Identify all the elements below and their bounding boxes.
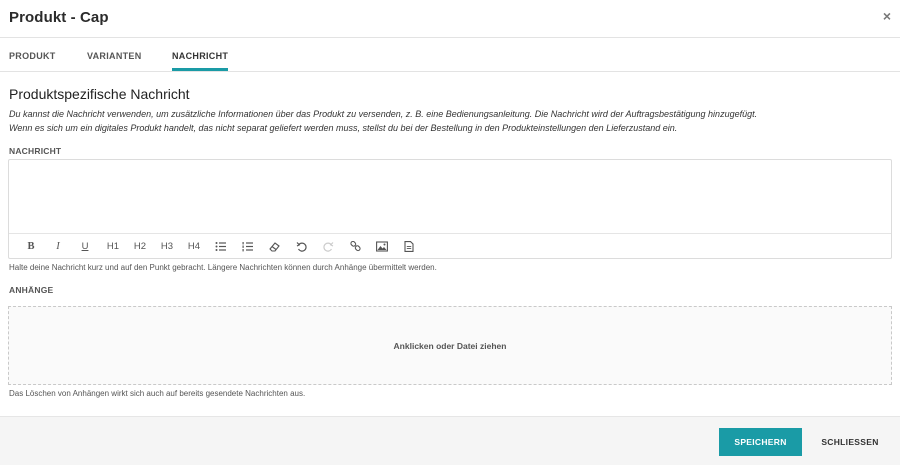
close-icon[interactable]: × — [883, 8, 891, 24]
tab-varianten[interactable]: VARIANTEN — [87, 51, 142, 61]
message-hint: Halte deine Nachricht kurz und auf den P… — [9, 263, 437, 272]
section-description: Du kannst die Nachricht verwenden, um zu… — [9, 107, 889, 135]
message-editor: B I U H1 H2 H3 H4 — [8, 159, 892, 259]
close-button[interactable]: SCHLIESSEN — [812, 428, 888, 456]
attachments-label: ANHÄNGE — [9, 285, 54, 295]
underline-button[interactable]: U — [77, 240, 93, 254]
description-line-1: Du kannst die Nachricht verwenden, um zu… — [9, 109, 758, 119]
description-line-2: Wenn es sich um ein digitales Produkt ha… — [9, 123, 678, 133]
tab-nachricht[interactable]: NACHRICHT — [172, 51, 229, 71]
undo-icon[interactable] — [293, 240, 309, 254]
image-icon[interactable] — [374, 240, 390, 254]
modal-header: Produkt - Cap × — [0, 0, 900, 38]
section-title: Produktspezifische Nachricht — [9, 86, 190, 102]
modal-title: Produkt - Cap — [9, 9, 109, 26]
eraser-icon[interactable] — [266, 240, 282, 254]
attachment-dropzone[interactable]: Anklicken oder Datei ziehen — [8, 306, 892, 385]
document-icon[interactable] — [401, 240, 417, 254]
h1-button[interactable]: H1 — [104, 240, 122, 254]
h2-button[interactable]: H2 — [131, 240, 149, 254]
link-icon[interactable] — [347, 240, 363, 254]
modal-footer: SPEICHERN SCHLIESSEN — [0, 416, 900, 465]
dropzone-text: Anklicken oder Datei ziehen — [393, 341, 507, 351]
message-input[interactable] — [9, 160, 891, 234]
tab-produkt[interactable]: PRODUKT — [9, 51, 56, 61]
h3-button[interactable]: H3 — [158, 240, 176, 254]
italic-button[interactable]: I — [50, 240, 66, 254]
redo-icon[interactable] — [320, 240, 336, 254]
numbered-list-icon[interactable] — [239, 240, 255, 254]
h4-button[interactable]: H4 — [185, 240, 203, 254]
editor-toolbar: B I U H1 H2 H3 H4 — [9, 235, 891, 259]
bullet-list-icon[interactable] — [212, 240, 228, 254]
tab-bar: PRODUKT VARIANTEN NACHRICHT — [0, 38, 900, 72]
message-field-label: NACHRICHT — [9, 146, 62, 156]
save-button[interactable]: SPEICHERN — [719, 428, 802, 456]
bold-button[interactable]: B — [23, 240, 39, 254]
attachments-hint: Das Löschen von Anhängen wirkt sich auch… — [9, 389, 306, 398]
